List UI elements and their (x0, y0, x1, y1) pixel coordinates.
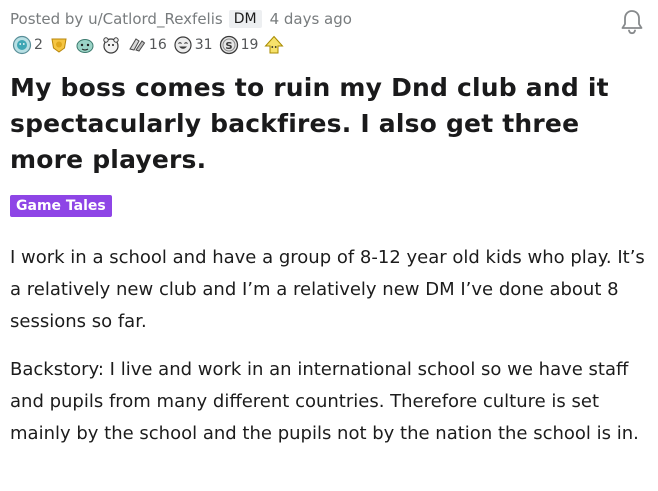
post-meta: Posted by u/Catlord_Rexfelis DM 4 days a… (10, 8, 352, 30)
post-body: I work in a school and have a group of 8… (10, 242, 650, 466)
award-count: 16 (148, 37, 167, 53)
svg-text:S: S (225, 41, 232, 52)
award-count: 31 (194, 37, 213, 53)
award-silver[interactable]: S 19 (219, 35, 259, 55)
laughing-face-award-icon (174, 36, 192, 54)
award-takes-my-energy[interactable] (264, 35, 285, 55)
post-body-paragraph: Backstory: I live and work in an interna… (10, 359, 639, 444)
awards-row[interactable]: 2 16 31 S 19 (12, 33, 290, 57)
award-hugz[interactable] (101, 35, 121, 55)
award-count: 19 (240, 37, 259, 53)
helpful-hands-award-icon (129, 38, 146, 52)
takes-my-energy-award-icon (264, 35, 285, 54)
award-helpful[interactable]: 16 (127, 35, 167, 55)
wholesome-seal-award-icon (12, 35, 32, 55)
award-gold[interactable] (49, 35, 69, 55)
award-laughing[interactable]: 31 (173, 35, 213, 55)
post-container: Posted by u/Catlord_Rexfelis DM 4 days a… (0, 0, 658, 491)
notification-bell-icon[interactable] (619, 8, 645, 36)
posted-by-link[interactable]: Posted by u/Catlord_Rexfelis (10, 10, 223, 28)
post-timestamp[interactable]: 4 days ago (270, 10, 352, 28)
award-count: 2 (34, 37, 43, 53)
hugz-bear-award-icon (103, 37, 119, 54)
award-wholesome-seal[interactable]: 2 (12, 35, 43, 55)
user-flair-badge: DM (228, 10, 262, 28)
party-dragon-award-icon (76, 39, 94, 53)
gold-trophy-award-icon (51, 38, 67, 53)
award-party-dragon[interactable] (75, 35, 95, 55)
post-flair-tag[interactable]: Game Tales (10, 195, 112, 217)
post-title[interactable]: My boss comes to ruin my Dnd club and it… (10, 70, 640, 178)
post-body-paragraph: I work in a school and have a group of 8… (10, 247, 645, 332)
silver-coin-award-icon: S (219, 35, 238, 55)
